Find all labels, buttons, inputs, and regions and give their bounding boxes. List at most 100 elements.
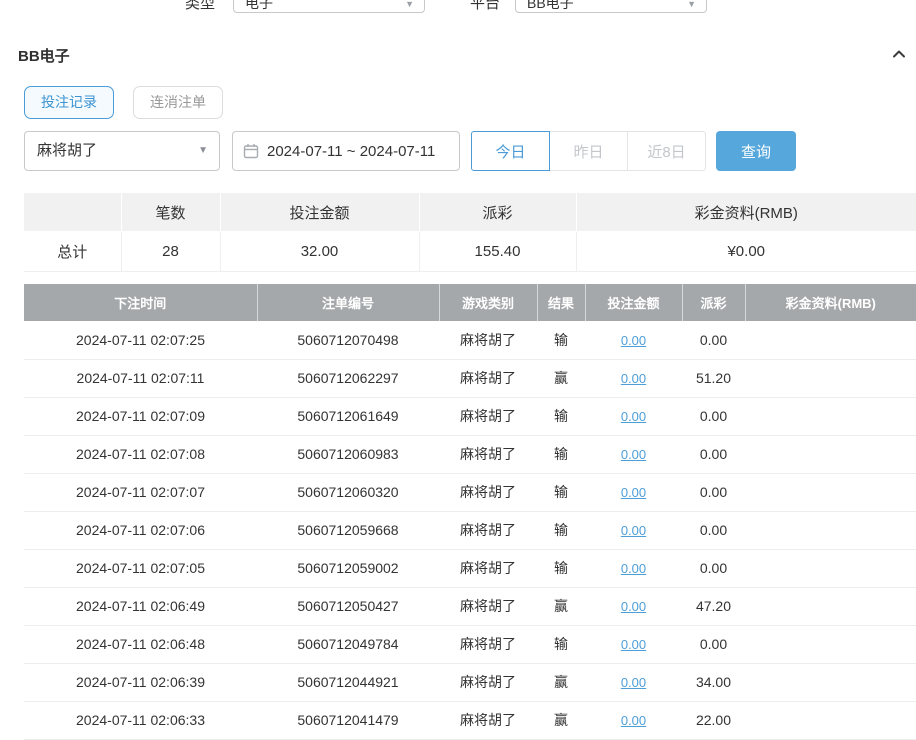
cell-bet-time: 2024-07-11 02:06:48 xyxy=(24,625,257,663)
platform-select[interactable]: BB电子 ▼ xyxy=(515,0,707,13)
cell-order-id: 5060712060320 xyxy=(257,473,439,511)
table-row: 2024-07-11 02:06:495060712050427麻将胡了赢0.0… xyxy=(24,587,916,625)
cell-bet-amount: 0.00 xyxy=(585,473,682,511)
table-row: 2024-07-11 02:06:395060712044921麻将胡了赢0.0… xyxy=(24,663,916,701)
summary-header-cell xyxy=(24,193,121,232)
cell-bonus xyxy=(745,663,916,701)
chevron-down-icon: ▼ xyxy=(405,0,414,9)
summary-cell: 155.40 xyxy=(419,232,576,272)
cell-bet-amount: 0.00 xyxy=(585,701,682,739)
quick-range-button-0[interactable]: 今日 xyxy=(471,131,550,171)
collapse-section-button[interactable] xyxy=(890,45,908,63)
bet-table-header-cell: 游戏类别 xyxy=(439,284,537,321)
cell-result: 赢 xyxy=(537,359,585,397)
cell-bet-amount: 0.00 xyxy=(585,625,682,663)
cell-bet-time: 2024-07-11 02:07:11 xyxy=(24,359,257,397)
date-range-value: 2024-07-11 ~ 2024-07-11 xyxy=(267,143,435,160)
summary-header-cell: 笔数 xyxy=(121,193,220,232)
game-select[interactable]: 麻将胡了 ▼ xyxy=(24,131,220,171)
table-row: 2024-07-11 02:07:055060712059002麻将胡了输 0.0… xyxy=(24,549,916,587)
cell-bet-time: 2024-07-11 02:06:33 xyxy=(24,701,257,739)
bet-amount-link[interactable]: 0.00 xyxy=(621,333,646,348)
cell-result: 输 xyxy=(537,435,585,473)
type-select[interactable]: 电子 ▼ xyxy=(233,0,425,13)
chevron-up-icon xyxy=(890,45,908,63)
bet-amount-link[interactable]: 0.00 xyxy=(621,409,646,424)
bet-table-header-cell: 注单编号 xyxy=(257,284,439,321)
cell-bonus xyxy=(745,549,916,587)
cell-order-id: 5060712050427 xyxy=(257,587,439,625)
query-filter-row: 麻将胡了 ▼ 2024-07-11 ~ 2024-07-11 今日昨日近8日 查… xyxy=(24,131,796,171)
cell-bet-amount: 0.00 xyxy=(585,435,682,473)
bet-amount-link[interactable]: 0.00 xyxy=(621,447,646,462)
cell-bet-amount: 0.00 xyxy=(585,321,682,359)
cell-payout: 0.00 xyxy=(682,511,745,549)
platform-label: 平台 xyxy=(470,0,500,13)
cell-game-type: 麻将胡了 xyxy=(439,663,537,701)
cell-result: 输 xyxy=(537,397,585,435)
cell-result: 输 xyxy=(537,625,585,663)
bet-table-header-cell: 投注金额 xyxy=(585,284,682,321)
cell-order-id: 5060712070498 xyxy=(257,321,439,359)
cell-bonus xyxy=(745,587,916,625)
bet-amount-link[interactable]: 0.00 xyxy=(621,523,646,538)
cell-order-id: 5060712059002 xyxy=(257,549,439,587)
summary-table: 笔数投注金额派彩彩金资料(RMB) 总计2832.00155.40¥0.00 xyxy=(24,192,916,272)
bet-records-table: 下注时间注单编号游戏类别结果投注金额派彩彩金资料(RMB) 2024-07-11… xyxy=(24,284,916,740)
bet-amount-link[interactable]: 0.00 xyxy=(621,675,646,690)
bet-table-header-cell: 下注时间 xyxy=(24,284,257,321)
chevron-down-icon: ▼ xyxy=(198,132,208,170)
bet-amount-link[interactable]: 0.00 xyxy=(621,485,646,500)
bet-amount-link[interactable]: 0.00 xyxy=(621,637,646,652)
cell-bet-amount: 0.00 xyxy=(585,663,682,701)
bet-table-header-row: 下注时间注单编号游戏类别结果投注金额派彩彩金资料(RMB) xyxy=(24,284,916,321)
cell-result: 赢 xyxy=(537,701,585,739)
cell-bet-amount: 0.00 xyxy=(585,549,682,587)
cell-bonus xyxy=(745,435,916,473)
cell-bet-amount: 0.00 xyxy=(585,587,682,625)
cell-result: 输 xyxy=(537,473,585,511)
cell-bonus xyxy=(745,397,916,435)
bet-amount-link[interactable]: 0.00 xyxy=(621,371,646,386)
quick-range-button-1[interactable]: 昨日 xyxy=(549,131,628,171)
cell-bet-time: 2024-07-11 02:07:05 xyxy=(24,549,257,587)
cell-result: 输 xyxy=(537,549,585,587)
summary-cell: 总计 xyxy=(24,232,121,272)
cell-bet-time: 2024-07-11 02:07:08 xyxy=(24,435,257,473)
game-select-value: 麻将胡了 xyxy=(37,142,97,159)
cell-game-type: 麻将胡了 xyxy=(439,321,537,359)
summary-header-cell: 派彩 xyxy=(419,193,576,232)
bet-table-header-cell: 派彩 xyxy=(682,284,745,321)
summary-total-row: 总计2832.00155.40¥0.00 xyxy=(24,232,916,272)
quick-range-button-2[interactable]: 近8日 xyxy=(627,131,706,171)
search-button[interactable]: 查询 xyxy=(716,131,796,171)
summary-header-cell: 投注金额 xyxy=(220,193,419,232)
bet-amount-link[interactable]: 0.00 xyxy=(621,713,646,728)
bet-amount-link[interactable]: 0.00 xyxy=(621,599,646,614)
cell-game-type: 麻将胡了 xyxy=(439,473,537,511)
cell-game-type: 麻将胡了 xyxy=(439,397,537,435)
cell-result: 输 xyxy=(537,321,585,359)
cell-result: 输 xyxy=(537,511,585,549)
cell-bonus xyxy=(745,625,916,663)
platform-select-value: BB电子 xyxy=(527,0,574,10)
cell-order-id: 5060712049784 xyxy=(257,625,439,663)
cell-game-type: 麻将胡了 xyxy=(439,511,537,549)
date-range-picker[interactable]: 2024-07-11 ~ 2024-07-11 xyxy=(232,131,460,171)
cell-order-id: 5060712060983 xyxy=(257,435,439,473)
cell-game-type: 麻将胡了 xyxy=(439,549,537,587)
bet-table-body: 2024-07-11 02:07:255060712070498麻将胡了输0.0… xyxy=(24,321,916,739)
cell-game-type: 麻将胡了 xyxy=(439,587,537,625)
cell-order-id: 5060712061649 xyxy=(257,397,439,435)
cell-game-type: 麻将胡了 xyxy=(439,435,537,473)
quick-range-group: 今日昨日近8日 xyxy=(471,131,706,171)
bet-table-header-cell: 彩金资料(RMB) xyxy=(745,284,916,321)
bet-amount-link[interactable]: 0.00 xyxy=(621,561,646,576)
cell-result: 赢 xyxy=(537,663,585,701)
bet-table-header-cell: 结果 xyxy=(537,284,585,321)
table-row: 2024-07-11 02:07:255060712070498麻将胡了输0.0… xyxy=(24,321,916,359)
tab-linked-orders[interactable]: 连消注单 xyxy=(133,86,223,119)
tab-bet-records[interactable]: 投注记录 xyxy=(24,86,114,119)
cell-bet-time: 2024-07-11 02:07:07 xyxy=(24,473,257,511)
calendar-icon xyxy=(243,143,259,159)
